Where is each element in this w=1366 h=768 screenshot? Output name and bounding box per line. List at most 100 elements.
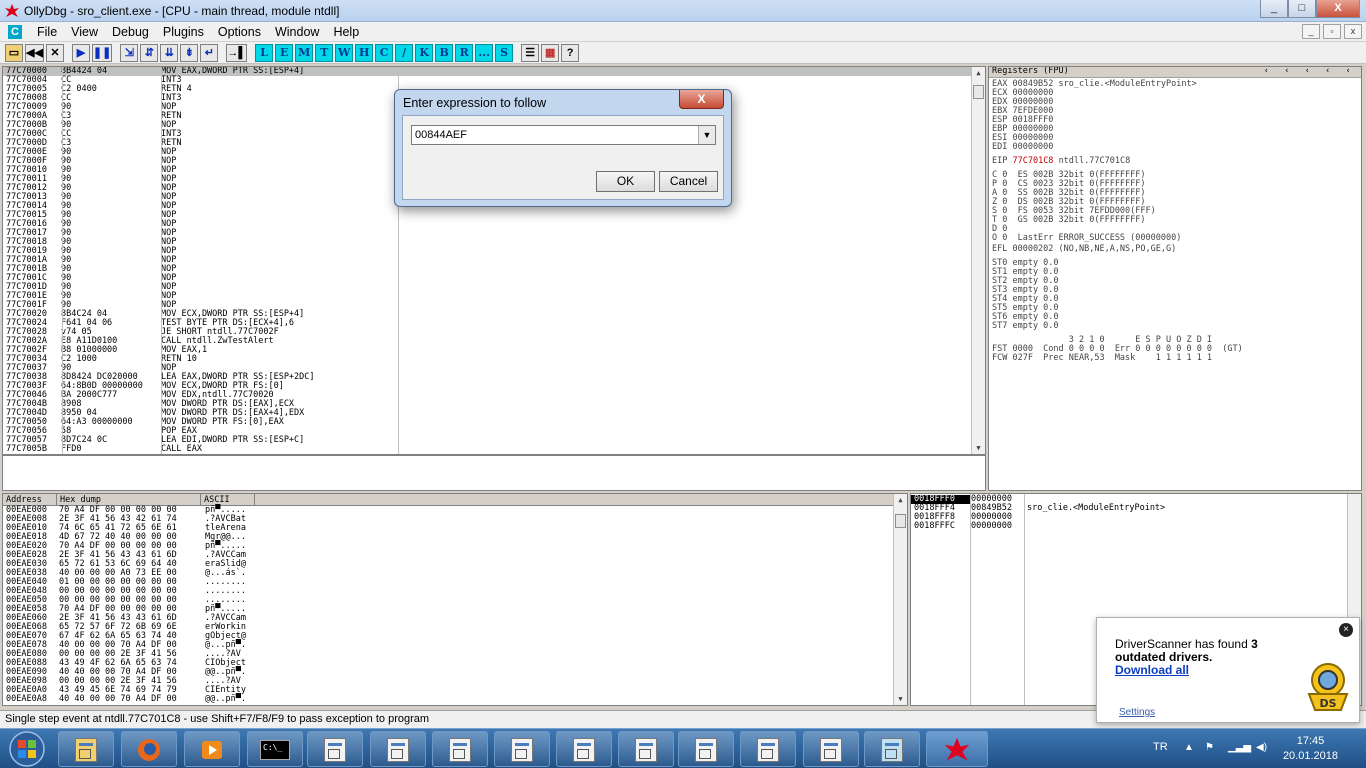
cancel-button[interactable]: Cancel — [659, 171, 718, 192]
references-button[interactable]: R — [455, 43, 474, 62]
language-indicator[interactable]: TR — [1153, 741, 1168, 753]
stack-row[interactable]: 0018FFFC 00000000 — [911, 522, 1361, 531]
windows-start-icon[interactable] — [3, 730, 51, 768]
disassembly-row[interactable]: 77C70028 v74 05 JE SHORT ntdll.77C7002F — [3, 328, 985, 337]
taskbar-ollydbg[interactable] — [926, 731, 988, 767]
disassembly-row[interactable]: 77C7005B FFD0 CALL EAX — [3, 445, 985, 454]
registers-pane[interactable]: Registers (FPU) ‹ ‹ ‹ ‹ ‹ EAX 00849B52 sr… — [988, 66, 1362, 491]
restart-icon[interactable]: ◀◀ — [25, 43, 44, 62]
menu-view[interactable]: View — [64, 25, 105, 39]
cpu-window-icon[interactable]: C — [8, 24, 22, 39]
disassembly-row[interactable]: 77C70019 90 NOP — [3, 247, 985, 256]
disassembly-row[interactable]: 77C7002A E8 A11D0100 CALL ntdll.ZwTestAler… — [3, 337, 985, 346]
disassembly-row[interactable]: 77C70000 8B4424 04 MOV EAX,DWORD PTR SS:[E… — [3, 67, 985, 76]
run-icon[interactable]: ▶ — [71, 43, 90, 62]
taskbar-window-3[interactable] — [432, 731, 488, 767]
step-over-icon[interactable]: ⇵ — [140, 43, 159, 62]
handles-window-button[interactable]: H — [355, 43, 374, 62]
disassembly-row[interactable]: 77C70015 90 NOP — [3, 211, 985, 220]
disassembly-scrollbar[interactable]: ▲ ▼ — [971, 67, 985, 454]
log-window-button[interactable]: L — [255, 43, 274, 62]
execute-till-return-icon[interactable]: ↵ — [200, 43, 219, 62]
disassembly-row[interactable]: 77C7001F 90 NOP — [3, 301, 985, 310]
settings-link[interactable]: Settings — [1119, 707, 1155, 718]
disassembly-row[interactable]: 77C7004D 8950 04 MOV DWORD PTR DS:[EAX+4],… — [3, 409, 985, 418]
dialog-close-button[interactable]: X — [679, 90, 724, 109]
taskbar-window-2[interactable] — [370, 731, 426, 767]
show-hidden-icons-icon[interactable]: ▲ — [1184, 742, 1194, 753]
disassembly-row[interactable]: 77C70034 C2 1000 RETN 10 — [3, 355, 985, 364]
disassembly-row[interactable]: 77C7001E 90 NOP — [3, 292, 985, 301]
disassembly-row[interactable]: 77C7001D 90 NOP — [3, 283, 985, 292]
trace-over-icon[interactable]: ⇟ — [180, 43, 199, 62]
menu-debug[interactable]: Debug — [105, 25, 156, 39]
windows-window-button[interactable]: W — [335, 43, 354, 62]
menu-window[interactable]: Window — [268, 25, 326, 39]
taskbar-media-player[interactable] — [184, 731, 240, 767]
taskbar-window-7[interactable] — [678, 731, 734, 767]
disassembly-row[interactable]: 77C7003F 64:8B0D 00000000 MOV ECX,DWORD PT… — [3, 382, 985, 391]
trace-into-icon[interactable]: ⇊ — [160, 43, 179, 62]
taskbar-window-5[interactable] — [556, 731, 612, 767]
system-clock[interactable]: 17:45 20.01.2018 — [1283, 734, 1338, 764]
taskbar-window-6[interactable] — [618, 731, 674, 767]
disassembly-row[interactable]: 77C70016 90 NOP — [3, 220, 985, 229]
menu-file[interactable]: File — [30, 25, 64, 39]
disassembly-row[interactable]: 77C7001A 90 NOP — [3, 256, 985, 265]
source-button[interactable]: S — [495, 43, 514, 62]
taskbar-window-4[interactable] — [494, 731, 550, 767]
taskbar-window-9[interactable] — [803, 731, 859, 767]
disassembly-row[interactable]: 77C70018 90 NOP — [3, 238, 985, 247]
taskbar-window-10[interactable] — [864, 731, 920, 767]
menu-options[interactable]: Options — [211, 25, 268, 39]
modules-window-button[interactable]: E — [275, 43, 294, 62]
dump-row[interactable]: 00EAE0A8 40 40 00 00 70 A4 DF 00 @@..pñ▀. — [3, 695, 907, 704]
taskbar-cmd[interactable]: C:\_ — [247, 731, 303, 767]
mdi-restore-button[interactable]: ▫ — [1323, 24, 1341, 39]
disassembly-row[interactable]: 77C70038 8D8424 DC020000 LEA EAX,DWORD PTR… — [3, 373, 985, 382]
dump-col-hex[interactable]: Hex dump — [57, 494, 201, 505]
list-icon[interactable]: ☰ — [521, 43, 540, 62]
disassembly-row[interactable]: 77C70037 90 NOP — [3, 364, 985, 373]
disassembly-row[interactable]: 77C7001C 90 NOP — [3, 274, 985, 283]
flag-icon[interactable]: ⚑ — [1205, 742, 1214, 753]
dump-col-ascii[interactable]: ASCII — [201, 494, 255, 505]
step-into-icon[interactable]: ⇲ — [120, 43, 139, 62]
taskbar-firefox[interactable] — [121, 731, 177, 767]
chevron-down-icon[interactable]: ▼ — [698, 126, 715, 144]
breakpoints-button[interactable]: B — [435, 43, 454, 62]
pause-icon[interactable]: ❚❚ — [91, 43, 113, 62]
registers-arrows[interactable]: ‹ ‹ ‹ ‹ ‹ — [1264, 67, 1361, 77]
close-window-button[interactable]: X — [1316, 0, 1360, 18]
run-trace-button[interactable]: ... — [475, 43, 494, 62]
expression-combobox[interactable]: 00844AEF ▼ — [411, 125, 716, 145]
help-icon[interactable]: ? — [561, 43, 580, 62]
disassembly-row[interactable]: 77C70046 BA 2000C777 MOV EDX,ntdll.77C7002… — [3, 391, 985, 400]
disassembly-row[interactable]: 77C7002F B8 01000000 MOV EAX,1 — [3, 346, 985, 355]
disassembly-row[interactable]: 77C70024 F641 04 06 TEST BYTE PTR DS:[ECX+… — [3, 319, 985, 328]
memory-window-button[interactable]: M — [295, 43, 314, 62]
cpu-window-button[interactable]: C — [375, 43, 394, 62]
mdi-minimize-button[interactable]: _ — [1302, 24, 1320, 39]
maximize-button[interactable]: □ — [1288, 0, 1316, 18]
menu-plugins[interactable]: Plugins — [156, 25, 211, 39]
disassembly-row[interactable]: 77C7001B 90 NOP — [3, 265, 985, 274]
open-icon[interactable]: ▭ — [5, 43, 23, 62]
ok-button[interactable]: OK — [596, 171, 655, 192]
disassembly-row[interactable]: 77C70020 8B4C24 04 MOV ECX,DWORD PTR SS:[E… — [3, 310, 985, 319]
threads-window-button[interactable]: T — [315, 43, 334, 62]
taskbar-explorer[interactable] — [58, 731, 114, 767]
goto-icon[interactable]: →▌ — [226, 43, 248, 62]
mdi-close-button[interactable]: x — [1344, 24, 1362, 39]
download-all-link[interactable]: Download all — [1115, 663, 1189, 677]
dump-scrollbar[interactable]: ▲ ▼ — [893, 494, 907, 705]
minimize-button[interactable]: _ — [1260, 0, 1288, 18]
notification-close-icon[interactable]: × — [1339, 623, 1353, 637]
disassembly-row[interactable]: 77C70056 58 POP EAX — [3, 427, 985, 436]
disassembly-row[interactable]: 77C70050 64:A3 00000000 MOV DWORD PTR FS:[… — [3, 418, 985, 427]
patches-window-button[interactable]: / — [395, 43, 414, 62]
disassembly-row[interactable]: 77C70017 90 NOP — [3, 229, 985, 238]
appearance-icon[interactable]: ▦ — [541, 43, 560, 62]
dump-col-address[interactable]: Address — [3, 494, 57, 505]
expression-value[interactable]: 00844AEF — [415, 129, 467, 141]
